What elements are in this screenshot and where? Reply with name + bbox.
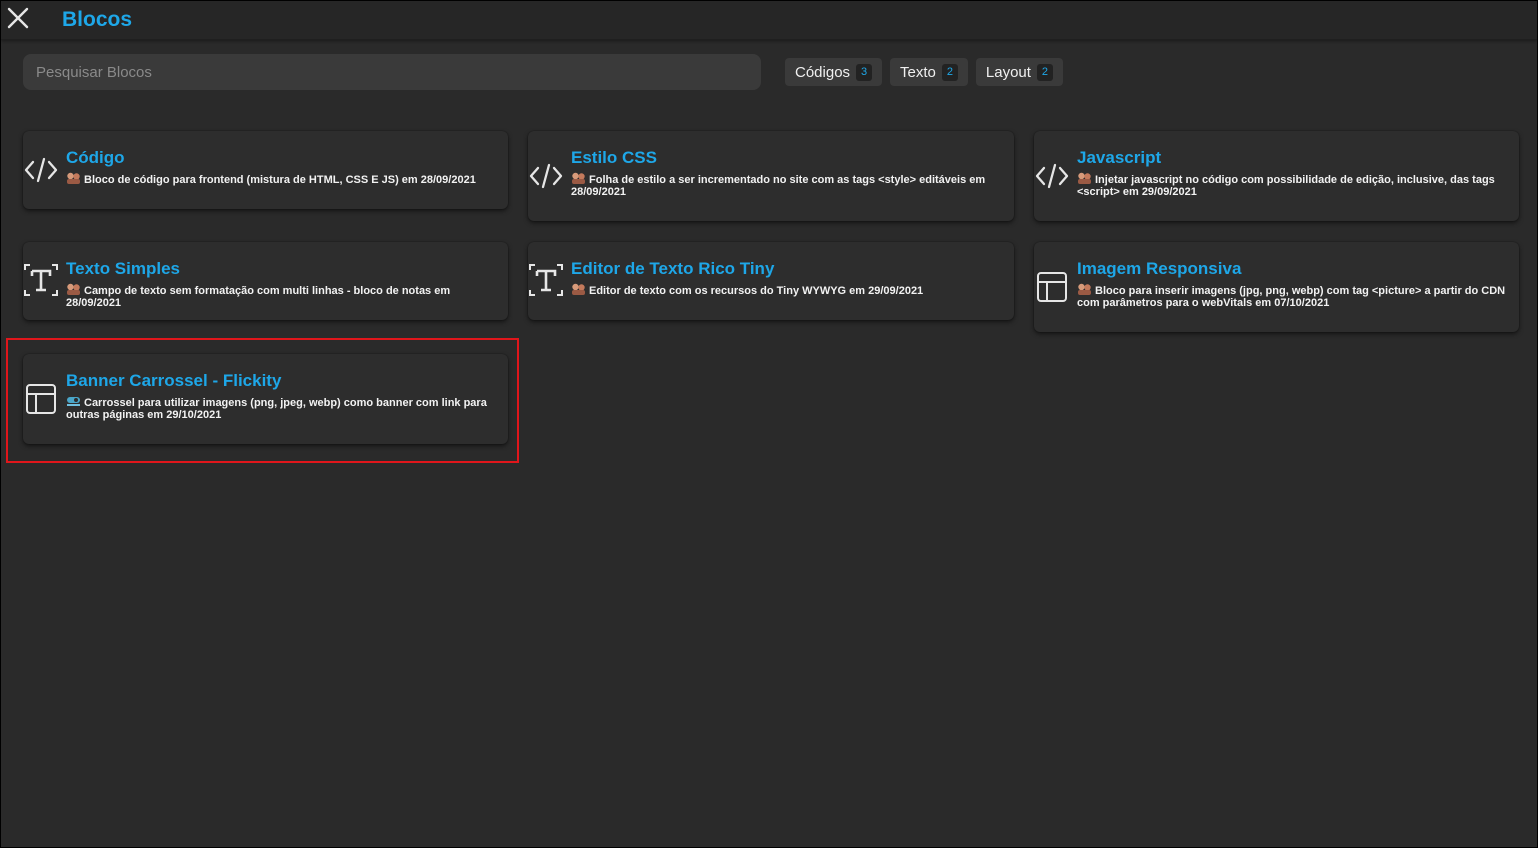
block-description-text: Injetar javascript no código com possibi… bbox=[1077, 174, 1495, 198]
author-avatar-icon bbox=[67, 172, 80, 184]
block-description: Editor de texto com os recursos do Tiny … bbox=[571, 283, 1008, 297]
text-format-icon bbox=[24, 264, 58, 296]
block-title: Editor de Texto Rico Tiny bbox=[571, 259, 775, 278]
block-description: Folha de estilo a ser incrementado no si… bbox=[571, 172, 1008, 198]
filter-chip-codigos[interactable]: Códigos 3 bbox=[785, 58, 883, 86]
block-card-texto-simples[interactable]: Texto Simples Campo de texto sem formata… bbox=[23, 242, 508, 320]
author-avatar-icon bbox=[67, 283, 80, 295]
author-avatar-icon bbox=[1078, 172, 1091, 184]
filter-count-badge: 3 bbox=[856, 63, 873, 81]
code-icon bbox=[529, 163, 563, 189]
block-description: Bloco para inserir imagens (jpg, png, we… bbox=[1077, 283, 1513, 309]
block-description: Bloco de código para frontend (mistura d… bbox=[66, 172, 502, 186]
page-title: Blocos bbox=[62, 8, 133, 31]
filter-count-badge: 2 bbox=[941, 63, 958, 81]
filter-label: Texto bbox=[900, 63, 936, 81]
block-description: Campo de texto sem formatação com multi … bbox=[66, 283, 502, 309]
text-format-icon bbox=[529, 264, 563, 296]
block-description-text: Editor de texto com os recursos do Tiny … bbox=[589, 285, 924, 297]
block-card-editor-texto-rico[interactable]: Editor de Texto Rico Tiny Editor de text… bbox=[528, 242, 1014, 320]
block-card-javascript[interactable]: Javascript Injetar javascript no código … bbox=[1034, 131, 1519, 221]
block-description: Injetar javascript no código com possibi… bbox=[1077, 172, 1513, 198]
block-card-estilo-css[interactable]: Estilo CSS Folha de estilo a ser increme… bbox=[528, 131, 1014, 221]
selection-highlight bbox=[6, 338, 519, 463]
block-title: Javascript bbox=[1077, 148, 1162, 167]
block-title: Código bbox=[66, 148, 125, 167]
block-description-text: Bloco para inserir imagens (jpg, png, we… bbox=[1077, 285, 1506, 309]
block-title: Imagem Responsiva bbox=[1077, 259, 1242, 278]
filter-chips: Códigos 3 Texto 2 Layout 2 bbox=[785, 58, 1063, 86]
block-description-text: Folha de estilo a ser incrementado no si… bbox=[571, 174, 986, 198]
code-icon bbox=[1035, 163, 1069, 189]
block-description-text: Campo de texto sem formatação com multi … bbox=[66, 285, 451, 309]
modal-header: Blocos bbox=[1, 1, 1537, 40]
filter-label: Layout bbox=[985, 63, 1031, 81]
block-card-codigo[interactable]: Código Bloco de código para frontend (mi… bbox=[23, 131, 508, 209]
filter-label: Códigos bbox=[795, 63, 851, 81]
block-description-text: Bloco de código para frontend (mistura d… bbox=[84, 174, 476, 186]
author-avatar-icon bbox=[572, 172, 585, 184]
author-avatar-icon bbox=[572, 283, 585, 295]
block-title: Texto Simples bbox=[66, 259, 180, 278]
close-icon[interactable] bbox=[4, 4, 32, 32]
block-card-imagem-responsiva[interactable]: Imagem Responsiva Bloco para inserir ima… bbox=[1034, 242, 1519, 332]
layout-icon bbox=[1037, 272, 1067, 302]
search-input[interactable] bbox=[23, 54, 761, 90]
block-title: Estilo CSS bbox=[571, 148, 657, 167]
filter-chip-texto[interactable]: Texto 2 bbox=[890, 58, 968, 86]
blocks-modal: Blocos Códigos 3 Texto 2 Layout 2 Código… bbox=[0, 0, 1538, 848]
filter-chip-layout[interactable]: Layout 2 bbox=[975, 58, 1063, 86]
code-icon bbox=[24, 157, 58, 183]
filter-count-badge: 2 bbox=[1036, 63, 1053, 81]
author-avatar-icon bbox=[1078, 283, 1091, 295]
